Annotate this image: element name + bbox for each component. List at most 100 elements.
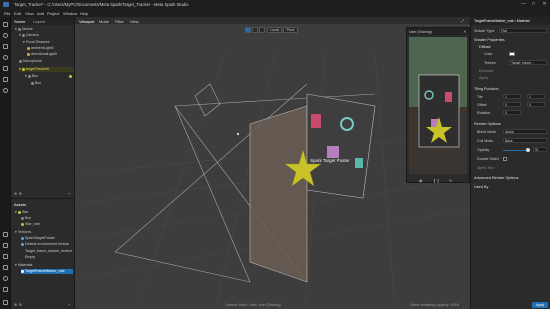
share-icon[interactable] [3, 243, 8, 248]
section-render-options[interactable]: Render Options [474, 122, 501, 126]
light-icon [27, 46, 30, 50]
menu-mode[interactable]: Mode [99, 19, 109, 24]
tree-item-microphone[interactable]: Microphone [19, 59, 42, 64]
tile-y-input[interactable]: 1 [527, 94, 545, 99]
tree-item-camera[interactable]: ▾ Camera [19, 33, 39, 38]
upload-icon[interactable] [3, 77, 8, 82]
feedback-icon[interactable] [3, 287, 8, 292]
section-used-by[interactable]: Used By [474, 185, 488, 189]
library-icon[interactable] [3, 254, 8, 259]
menu-edit[interactable]: Edit [14, 11, 21, 16]
opacity-input[interactable]: 91 [533, 147, 547, 152]
tab-viewport[interactable]: Viewport [79, 19, 95, 24]
double-sided-checkbox[interactable] [503, 157, 507, 161]
mesh-icon [21, 216, 24, 220]
expand-icon[interactable]: ⤢ [461, 18, 464, 23]
tab-scene[interactable]: Scene [14, 19, 25, 24]
shader-type-label: Shader Type [474, 29, 495, 33]
section-advanced-render-options[interactable]: Advanced Render Options [474, 176, 519, 180]
close-button[interactable]: ✕ [540, 1, 549, 8]
alpha-test-label[interactable]: Alpha Test [477, 166, 494, 170]
menu-view[interactable]: View [130, 19, 139, 24]
menu-window[interactable]: Window [63, 11, 77, 16]
texture-select[interactable]: Target_frame... [509, 60, 547, 65]
device-icon [17, 27, 21, 31]
camera-icon [236, 132, 240, 136]
blend-mode-select[interactable]: Alpha [503, 129, 547, 134]
tab-layers[interactable]: Layers [33, 19, 45, 24]
asset-item-star-mat[interactable]: Star_mat [21, 222, 40, 227]
asset-folder-textures[interactable]: ▾ Textures [15, 230, 31, 235]
emissive-label[interactable]: Emissive [479, 69, 493, 73]
asset-item-poster[interactable]: SparkTargetPoster [21, 236, 55, 241]
scale-tool-icon[interactable] [259, 27, 265, 33]
menu-help[interactable]: Help [80, 11, 88, 16]
test-icon[interactable] [3, 66, 8, 71]
tree-item-device[interactable]: ▾ Device [15, 27, 33, 32]
restart-icon[interactable]: ↻ [449, 178, 452, 183]
microphone-icon [19, 59, 22, 63]
simulator-icon[interactable] [3, 55, 8, 60]
offset-y-input[interactable]: 0 [527, 102, 545, 107]
search-icon[interactable] [3, 88, 8, 93]
maximize-button[interactable]: □ [529, 1, 538, 8]
visibility-icon[interactable] [69, 75, 72, 78]
asset-item-star[interactable]: ▾ Star [15, 210, 28, 215]
asset-item-box[interactable]: Box [21, 216, 31, 221]
section-diffuse[interactable]: Diffuse [479, 45, 491, 49]
settings-icon[interactable] [3, 300, 8, 305]
tree-item-directional-light[interactable]: directionalLight0 [27, 52, 57, 57]
pivot-toggle[interactable]: Pivot [283, 27, 298, 33]
color-swatch[interactable] [509, 52, 515, 56]
tile-label: Tile [477, 95, 483, 99]
tutorial-icon[interactable] [3, 265, 8, 270]
alpha-label[interactable]: Alpha [479, 76, 488, 80]
asset-filter-icon[interactable]: ⊕ ⊕ [14, 302, 22, 307]
asset-item-frame-marker-mat[interactable]: TargetFrameMarker_mat [21, 269, 73, 274]
local-toggle[interactable]: Local [267, 27, 282, 33]
viewport-toolbar: Local Pivot [245, 27, 377, 33]
star-icon [17, 210, 21, 214]
viewport[interactable]: Viewport Mode Filter View ⤢ Spark Target… [75, 17, 470, 309]
tree-item-box[interactable]: ▾ Box [25, 74, 38, 79]
asset-item-empty[interactable]: Empty [25, 255, 35, 260]
assets-title: Assets [14, 202, 27, 207]
shader-type-select[interactable]: Flat [499, 28, 547, 33]
minimize-button[interactable]: — [519, 1, 528, 8]
cull-mode-select[interactable]: Back [503, 138, 547, 143]
help-icon[interactable] [3, 276, 8, 281]
add-object-icon[interactable]: + [68, 191, 70, 196]
tile-x-input[interactable]: 1 [503, 94, 521, 99]
record-icon[interactable]: ◉ [419, 178, 423, 183]
patch-editor-icon[interactable] [3, 33, 8, 38]
preview-icon[interactable] [3, 44, 8, 49]
menu-add[interactable]: Add [37, 11, 44, 16]
asset-folder-materials[interactable]: ▾ Materials [15, 263, 32, 268]
preview-panel: User (Sharing) ✕ ◉ ❙❙ ↻ [406, 27, 470, 183]
scene-filter-icon[interactable]: ⊕ ⊕ [14, 191, 22, 196]
pause-icon[interactable]: ❙❙ [433, 178, 440, 183]
opacity-slider-handle[interactable] [526, 148, 530, 152]
section-tiling-function[interactable]: Tiling Function [474, 87, 499, 91]
tree-item-target-tracker[interactable]: ▾ targetTracker0 [19, 67, 74, 72]
rotation-input[interactable]: 0 [503, 110, 521, 115]
tree-item-box-child[interactable]: Box [31, 81, 41, 86]
section-shader-properties[interactable]: Shader Properties [474, 38, 505, 42]
console-icon[interactable] [3, 232, 8, 237]
asset-item-frame-texture[interactable]: Target_frame_marker_texture [25, 249, 72, 254]
offset-x-input[interactable]: 0 [503, 102, 521, 107]
material-icon [21, 269, 24, 273]
rotate-tool-icon[interactable] [252, 27, 258, 33]
menu-filter[interactable]: Filter [115, 19, 124, 24]
add-asset-icon[interactable]: + [68, 302, 70, 307]
asset-item-env-texture[interactable]: Default environment texture [21, 242, 69, 247]
menu-project[interactable]: Project [47, 11, 59, 16]
apply-button[interactable]: Apply [532, 302, 548, 308]
tree-item-focal-distance[interactable]: ▾ Focal Distance [23, 40, 50, 45]
scene-icon[interactable] [3, 22, 8, 27]
close-preview-icon[interactable]: ✕ [463, 29, 466, 34]
move-tool-icon[interactable] [245, 27, 251, 33]
tree-item-ambient-light[interactable]: ambientLight0 [27, 46, 54, 51]
menu-file[interactable]: File [4, 11, 10, 16]
menu-view[interactable]: View [25, 11, 34, 16]
